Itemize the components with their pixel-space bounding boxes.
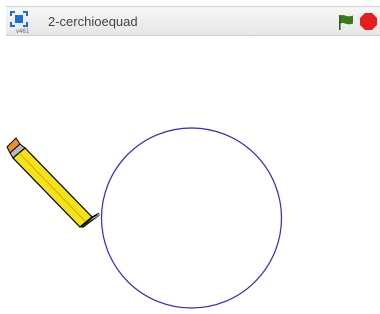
project-title: 2-cerchioequad [48,14,138,29]
stage[interactable] [0,37,380,309]
green-flag-icon [339,14,353,30]
stop-button[interactable] [359,12,378,31]
pencil-sprite[interactable] [6,137,101,228]
circle-drawing [100,127,283,309]
stop-icon [360,13,377,30]
top-bar: v461 2-cerchioequad [6,6,380,36]
fullscreen-icon [10,11,28,27]
fullscreen-button[interactable] [10,11,28,27]
version-label: v461 [16,29,30,35]
green-flag-button[interactable] [337,13,355,31]
stage-canvas [6,127,283,309]
